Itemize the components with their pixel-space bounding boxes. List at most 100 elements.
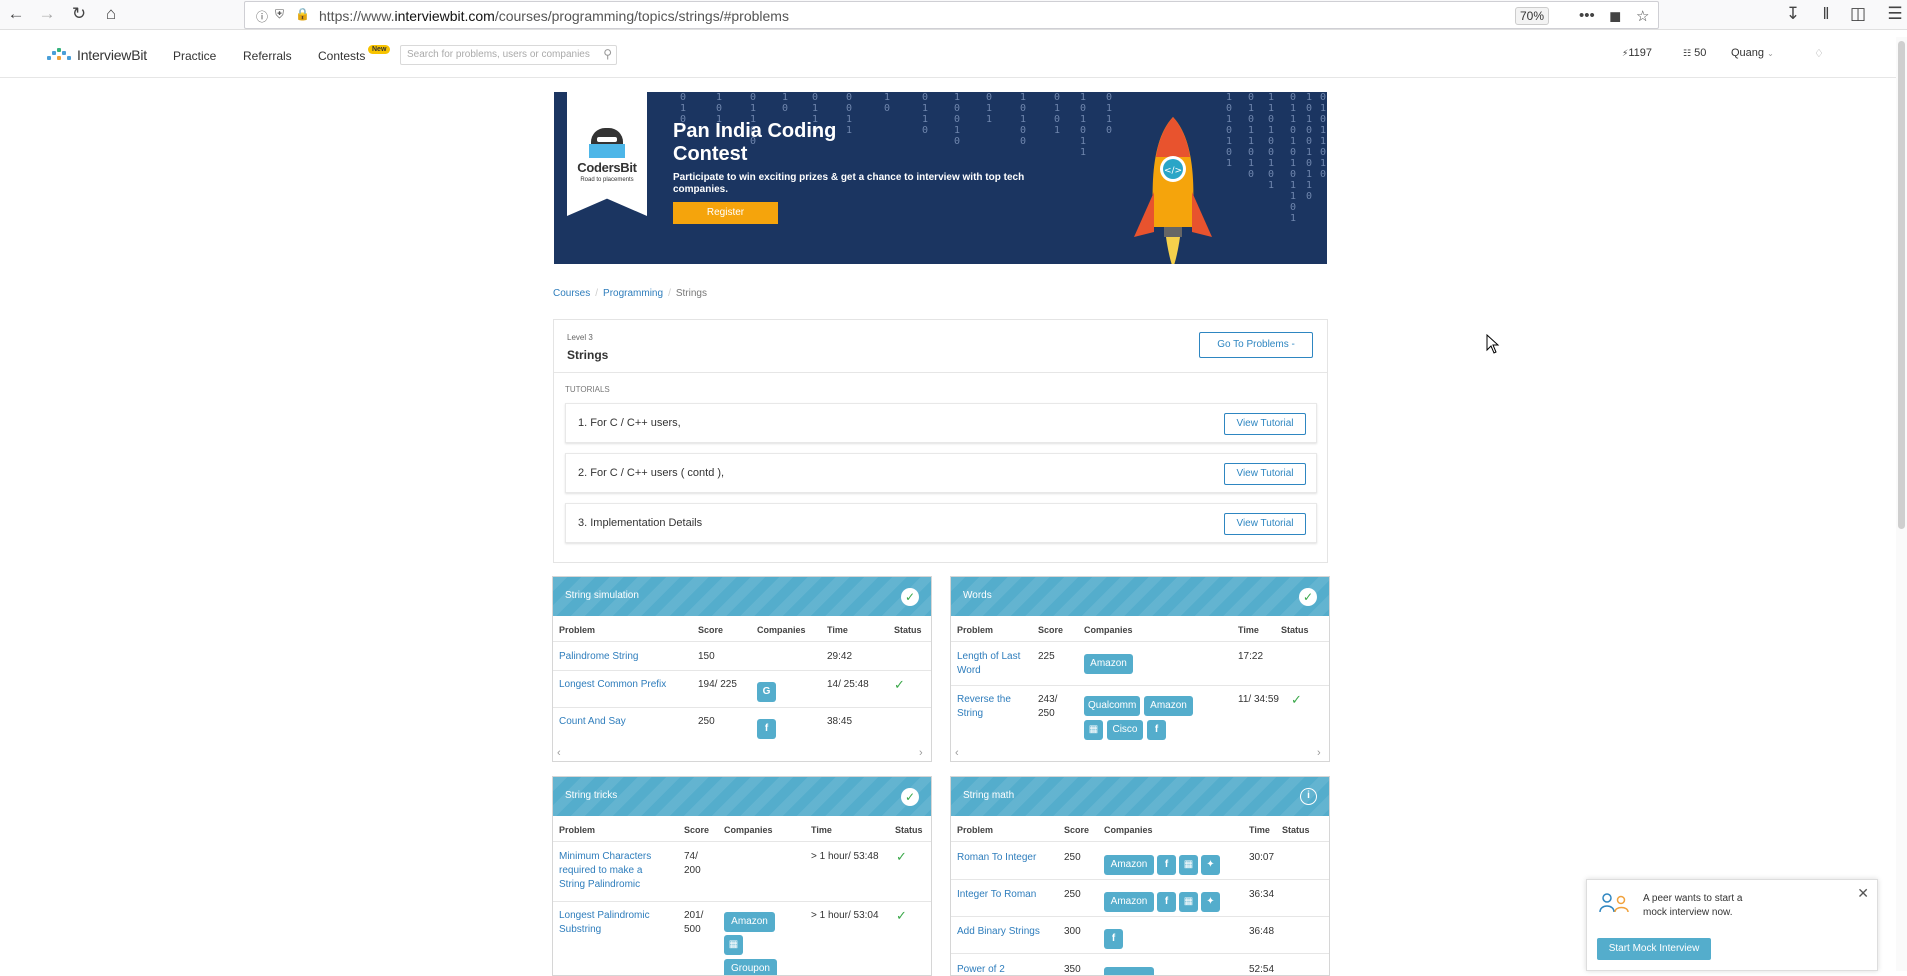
company-tag-facebook[interactable]: f: [757, 719, 776, 739]
library-icon[interactable]: ‖: [1816, 4, 1836, 24]
scroll-right-icon[interactable]: ›: [919, 747, 923, 759]
reload-icon[interactable]: ↻: [69, 4, 89, 24]
user-menu[interactable]: Quang ⌄: [1731, 47, 1774, 59]
view-tutorial-button[interactable]: View Tutorial: [1224, 413, 1306, 435]
company-tag-amazon[interactable]: Amazon: [1104, 892, 1154, 912]
shield-icon[interactable]: ⛨: [275, 7, 284, 22]
sidebar-icon[interactable]: ◫: [1848, 4, 1868, 24]
tutorials-label: TUTORIALS: [565, 385, 610, 394]
company-tag-groupon[interactable]: Groupon: [724, 959, 777, 975]
download-icon[interactable]: ↧: [1783, 4, 1803, 24]
check-icon: ✓: [901, 788, 919, 806]
col-companies: Companies: [1104, 825, 1153, 835]
nav-practice[interactable]: Practice: [173, 49, 216, 63]
url-bar[interactable]: ⓘ ⛨ 🔒 https://www.interviewbit.com/cours…: [244, 1, 1659, 29]
page-scrollbar[interactable]: [1896, 37, 1907, 971]
register-button[interactable]: Register: [673, 202, 778, 224]
scroll-left-icon[interactable]: ‹: [955, 747, 959, 759]
svg-text:</>: </>: [1164, 166, 1182, 176]
solved-check-icon: ✓: [896, 908, 907, 923]
problem-link[interactable]: Integer To Roman: [957, 888, 1036, 902]
company-tag-amazon[interactable]: Amazon: [1104, 855, 1154, 875]
score-value: 225: [1038, 651, 1055, 662]
more-icon[interactable]: •••: [1579, 7, 1595, 24]
company-tag-cisco[interactable]: Cisco: [1107, 720, 1143, 740]
twitter-icon[interactable]: ✦: [1201, 855, 1220, 875]
problem-link[interactable]: Reverse the String: [957, 693, 1011, 721]
problem-link[interactable]: Longest Common Prefix: [559, 678, 666, 692]
tutorial-name: 2. For C / C++ users ( contd ),: [578, 467, 725, 479]
twitter-icon[interactable]: ✦: [1201, 892, 1220, 912]
solved-check-icon: ✓: [1291, 692, 1302, 707]
contest-banner[interactable]: 0 1 0 1 0 1 0 1 1 0 0 1 0 0 1 1 0 0 0 1 …: [554, 92, 1327, 264]
company-tag-amazon[interactable]: Amazon: [724, 912, 775, 932]
windows-icon[interactable]: ▦: [1084, 720, 1103, 740]
pocket-icon[interactable]: ◼: [1609, 7, 1621, 25]
home-icon[interactable]: ⌂: [101, 4, 121, 24]
back-icon[interactable]: ←: [6, 4, 26, 24]
windows-icon[interactable]: ▦: [1179, 892, 1198, 912]
company-tag-facebook[interactable]: f: [1147, 720, 1166, 740]
company-tag-qualcomm[interactable]: Qualcomm: [1084, 696, 1140, 716]
col-companies: Companies: [724, 825, 773, 835]
bell-icon[interactable]: ♢: [1814, 47, 1824, 60]
problem-panel-string-tricks: String tricks ✓ Problem Score Companies T…: [552, 776, 932, 976]
search-icon[interactable]: ⚲: [603, 47, 612, 61]
scrollbar-thumb[interactable]: [1898, 41, 1905, 529]
url-text[interactable]: https://www.interviewbit.com/courses/pro…: [319, 8, 789, 24]
site-logo[interactable]: InterviewBit: [47, 47, 147, 63]
problem-link[interactable]: Roman To Integer: [957, 851, 1036, 865]
view-tutorial-button[interactable]: View Tutorial: [1224, 513, 1306, 535]
go-to-problems-button[interactable]: Go To Problems -: [1199, 332, 1313, 358]
company-tag-amazon[interactable]: Amazon: [1084, 654, 1133, 674]
scroll-right-icon[interactable]: ›: [1317, 747, 1321, 759]
nav-contests[interactable]: Contests: [318, 49, 365, 63]
time-value: 29:42: [827, 651, 853, 662]
info-icon[interactable]: ⓘ: [256, 8, 268, 25]
time-value: 11/ 34:59: [1238, 694, 1279, 705]
company-tag-amazon[interactable]: Amazon: [1144, 696, 1193, 716]
col-time: Time: [827, 625, 848, 635]
view-tutorial-button[interactable]: View Tutorial: [1224, 463, 1306, 485]
close-icon[interactable]: ✕: [1857, 885, 1869, 902]
problem-link[interactable]: Minimum Characters required to make a Stri…: [559, 850, 651, 892]
search-input[interactable]: Search for problems, users or companies …: [400, 45, 617, 65]
level-label: Level 3: [567, 333, 593, 342]
facebook-icon[interactable]: f: [1157, 855, 1176, 875]
logo-icon: [47, 48, 73, 62]
windows-icon[interactable]: ▦: [1179, 855, 1198, 875]
problem-panel-string-simulation: String simulation ✓ Problem Score Compani…: [552, 576, 932, 762]
start-mock-interview-button[interactable]: Start Mock Interview: [1597, 938, 1711, 960]
scroll-left-icon[interactable]: ‹: [557, 747, 561, 759]
zoom-level[interactable]: 70%: [1515, 7, 1550, 25]
company-tag-facebook[interactable]: f: [1104, 929, 1123, 949]
site-header: InterviewBit Practice Referrals Contests…: [0, 30, 1907, 78]
problem-link[interactable]: Longest Palindromic Substring: [559, 909, 650, 937]
breadcrumb-programming[interactable]: Programming: [603, 288, 663, 299]
breadcrumb-courses[interactable]: Courses: [553, 288, 590, 299]
windows-icon[interactable]: ▦: [724, 935, 743, 955]
problem-link[interactable]: Palindrome String: [559, 650, 638, 664]
menu-icon[interactable]: ☰: [1885, 4, 1905, 24]
problem-link[interactable]: Count And Say: [559, 715, 626, 729]
facebook-icon[interactable]: f: [1157, 892, 1176, 912]
time-value: > 1 hour/ 53:48: [811, 851, 879, 862]
problem-link[interactable]: Length of Last Word: [957, 650, 1020, 678]
score-value: 300: [1064, 926, 1081, 937]
forward-icon[interactable]: →: [37, 4, 57, 24]
logo-title: CodersBit: [577, 160, 637, 175]
lock-icon[interactable]: 🔒: [295, 7, 310, 21]
chevron-down-icon: ⌄: [1767, 49, 1774, 58]
company-tag[interactable]: [1104, 967, 1154, 975]
nav-referrals[interactable]: Referrals: [243, 49, 292, 63]
col-score: Score: [684, 825, 710, 835]
company-tag-google[interactable]: G: [757, 682, 776, 702]
bookmark-star-icon[interactable]: ☆: [1636, 7, 1649, 25]
problem-link[interactable]: Add Binary Strings: [957, 925, 1040, 939]
score-value: 194/ 225: [698, 679, 737, 690]
col-companies: Companies: [1084, 625, 1133, 635]
tutorial-item: 1. For C / C++ users, View Tutorial: [565, 403, 1317, 443]
info-icon[interactable]: i: [1300, 788, 1317, 805]
problem-link[interactable]: Power of 2: [957, 963, 1005, 975]
score-value: 150: [698, 651, 715, 662]
